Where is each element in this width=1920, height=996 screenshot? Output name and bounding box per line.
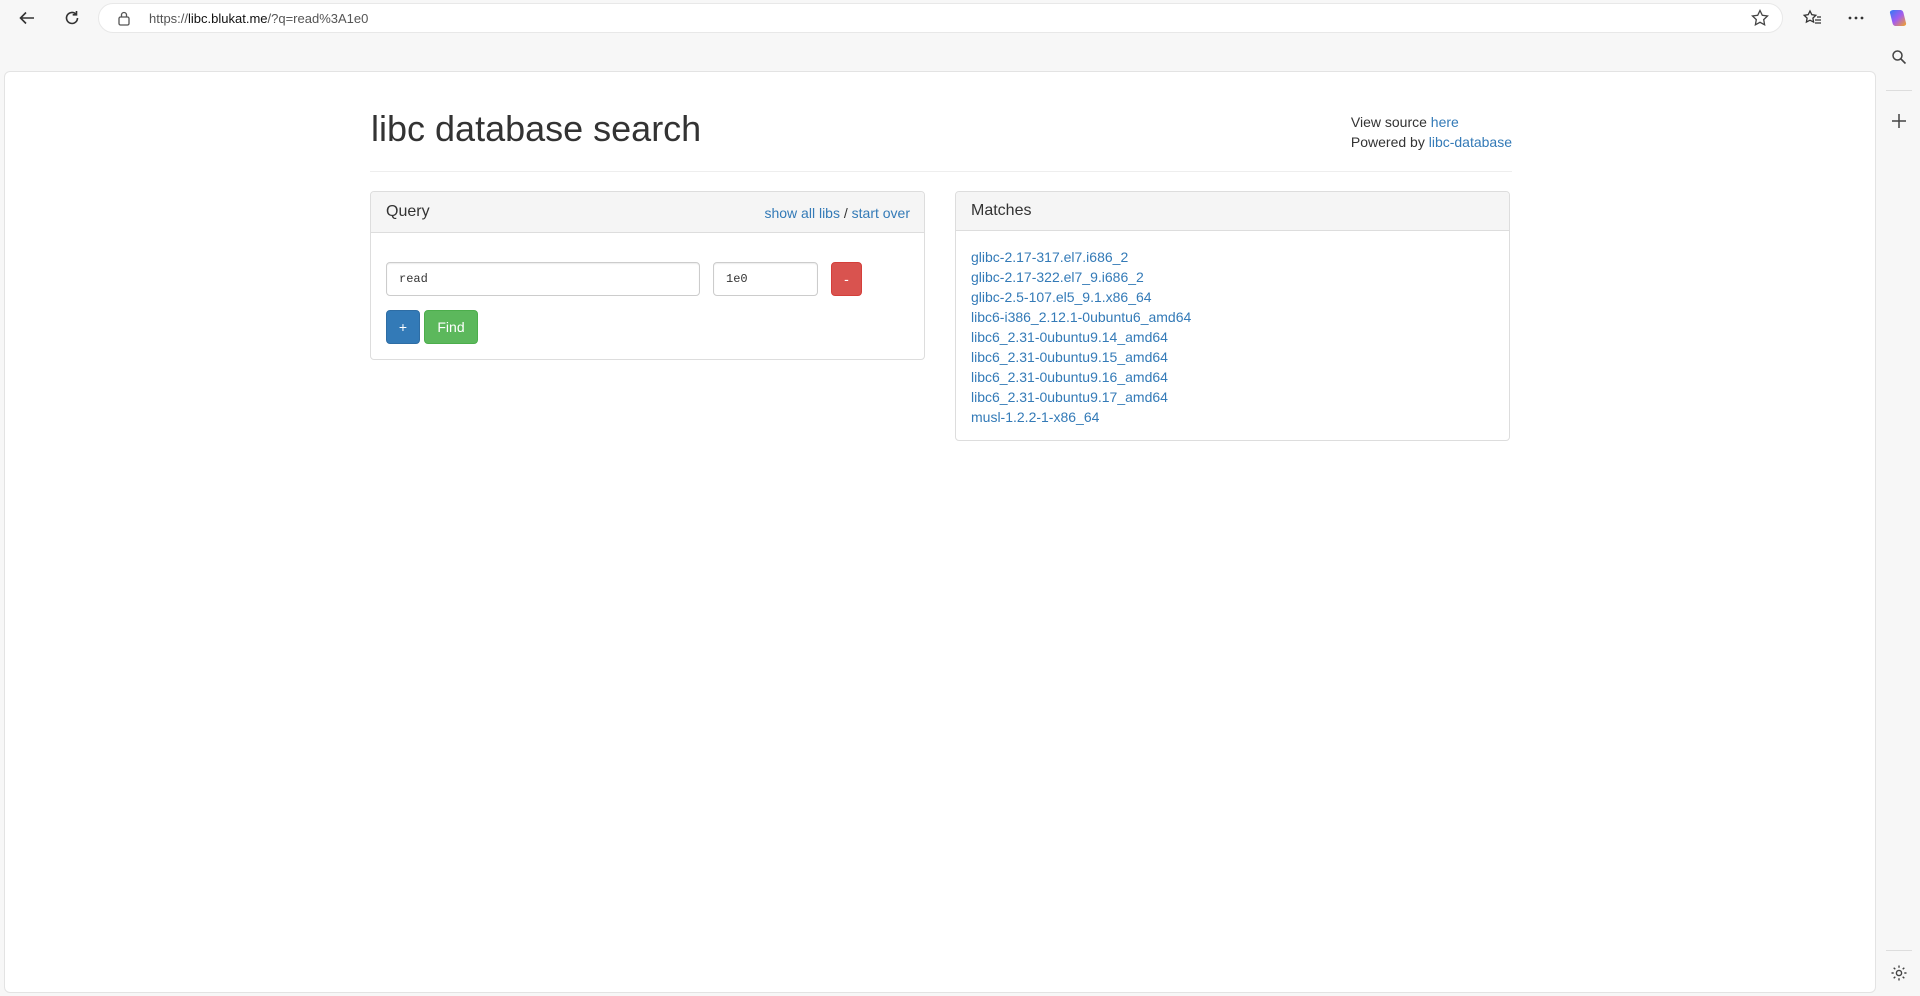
gear-icon[interactable] (1886, 960, 1912, 986)
copilot-icon (1889, 10, 1907, 26)
page-header: libc database search View source here Po… (370, 72, 1512, 172)
matches-panel-title: Matches (971, 202, 1032, 219)
symbol-address-input[interactable]: 1e0 (713, 262, 818, 296)
query-panel-links: show all libs / start over (764, 205, 910, 221)
favorite-star-icon[interactable] (1750, 8, 1770, 33)
browser-toolbar: https://libc.blukat.me/?q=read%3A1e0 (0, 0, 1920, 36)
sidebar-divider (1886, 90, 1912, 91)
list-item: libc6_2.31-0ubuntu9.16_amd64 (971, 367, 1191, 387)
copilot-button[interactable] (1884, 4, 1912, 32)
symbol-name-input[interactable]: read (386, 262, 700, 296)
list-item: libc6_2.31-0ubuntu9.14_amd64 (971, 327, 1191, 347)
list-item: glibc-2.17-322.el7_9.i686_2 (971, 267, 1191, 287)
show-all-libs-link[interactable]: show all libs (764, 205, 839, 221)
match-link[interactable]: libc6-i386_2.12.1-0ubuntu6_amd64 (971, 309, 1191, 325)
list-item: libc6_2.31-0ubuntu9.15_amd64 (971, 347, 1191, 367)
favorites-button[interactable] (1798, 4, 1826, 32)
match-link[interactable]: glibc-2.17-322.el7_9.i686_2 (971, 269, 1144, 285)
list-item: libc6-i386_2.12.1-0ubuntu6_amd64 (971, 307, 1191, 327)
favorites-list-icon (1802, 9, 1821, 24)
list-item: glibc-2.5-107.el5_9.1.x86_64 (971, 287, 1191, 307)
match-link[interactable]: musl-1.2.2-1-x86_64 (971, 409, 1099, 425)
list-item: libc6_2.31-0ubuntu9.17_amd64 (971, 387, 1191, 407)
match-link[interactable]: libc6_2.31-0ubuntu9.17_amd64 (971, 389, 1168, 405)
view-source-label: View source (1350, 114, 1427, 130)
page-title: libc database search (371, 108, 702, 149)
add-row-button[interactable]: + (386, 310, 420, 344)
search-icon[interactable] (1886, 44, 1912, 70)
query-panel: Query show all libs / start over read 1e… (370, 191, 925, 360)
list-item: musl-1.2.2-1-x86_64 (971, 407, 1191, 427)
more-options-button[interactable] (1842, 4, 1870, 32)
page-viewport: libc database search View source here Po… (4, 71, 1876, 993)
query-panel-title: Query (386, 203, 430, 220)
header-links: View source here Powered by libc-databas… (1351, 112, 1512, 152)
back-arrow-icon (19, 11, 34, 25)
refresh-button[interactable] (58, 4, 86, 32)
matches-list: glibc-2.17-317.el7.i686_2 glibc-2.17-322.… (971, 247, 1191, 427)
libc-database-link[interactable]: libc-database (1429, 134, 1512, 150)
link-separator: / (843, 205, 848, 221)
ellipsis-icon (1848, 16, 1864, 20)
match-link[interactable]: libc6_2.31-0ubuntu9.15_amd64 (971, 349, 1168, 365)
match-link[interactable]: glibc-2.5-107.el5_9.1.x86_64 (971, 289, 1152, 305)
refresh-icon (65, 11, 79, 25)
remove-row-button[interactable]: - (831, 262, 862, 296)
match-link[interactable]: libc6_2.31-0ubuntu9.14_amd64 (971, 329, 1168, 345)
browser-sidebar (1878, 36, 1920, 996)
view-source-link[interactable]: here (1431, 114, 1459, 130)
lock-icon (117, 10, 131, 31)
address-bar[interactable]: https://libc.blukat.me/?q=read%3A1e0 (98, 3, 1783, 33)
matches-panel-heading: Matches (956, 192, 1509, 231)
match-link[interactable]: glibc-2.17-317.el7.i686_2 (971, 249, 1128, 265)
matches-panel: Matches glibc-2.17-317.el7.i686_2 glibc-2… (955, 191, 1510, 441)
list-item: glibc-2.17-317.el7.i686_2 (971, 247, 1191, 267)
sidebar-divider (1886, 950, 1912, 951)
powered-by-label: Powered by (1350, 134, 1425, 150)
add-icon[interactable] (1886, 108, 1912, 134)
start-over-link[interactable]: start over (852, 205, 910, 221)
find-button[interactable]: Find (424, 310, 478, 344)
back-button[interactable] (13, 4, 41, 32)
query-panel-heading: Query show all libs / start over (371, 192, 924, 233)
match-link[interactable]: libc6_2.31-0ubuntu9.16_amd64 (971, 369, 1168, 385)
url-text: https://libc.blukat.me/?q=read%3A1e0 (149, 11, 369, 26)
